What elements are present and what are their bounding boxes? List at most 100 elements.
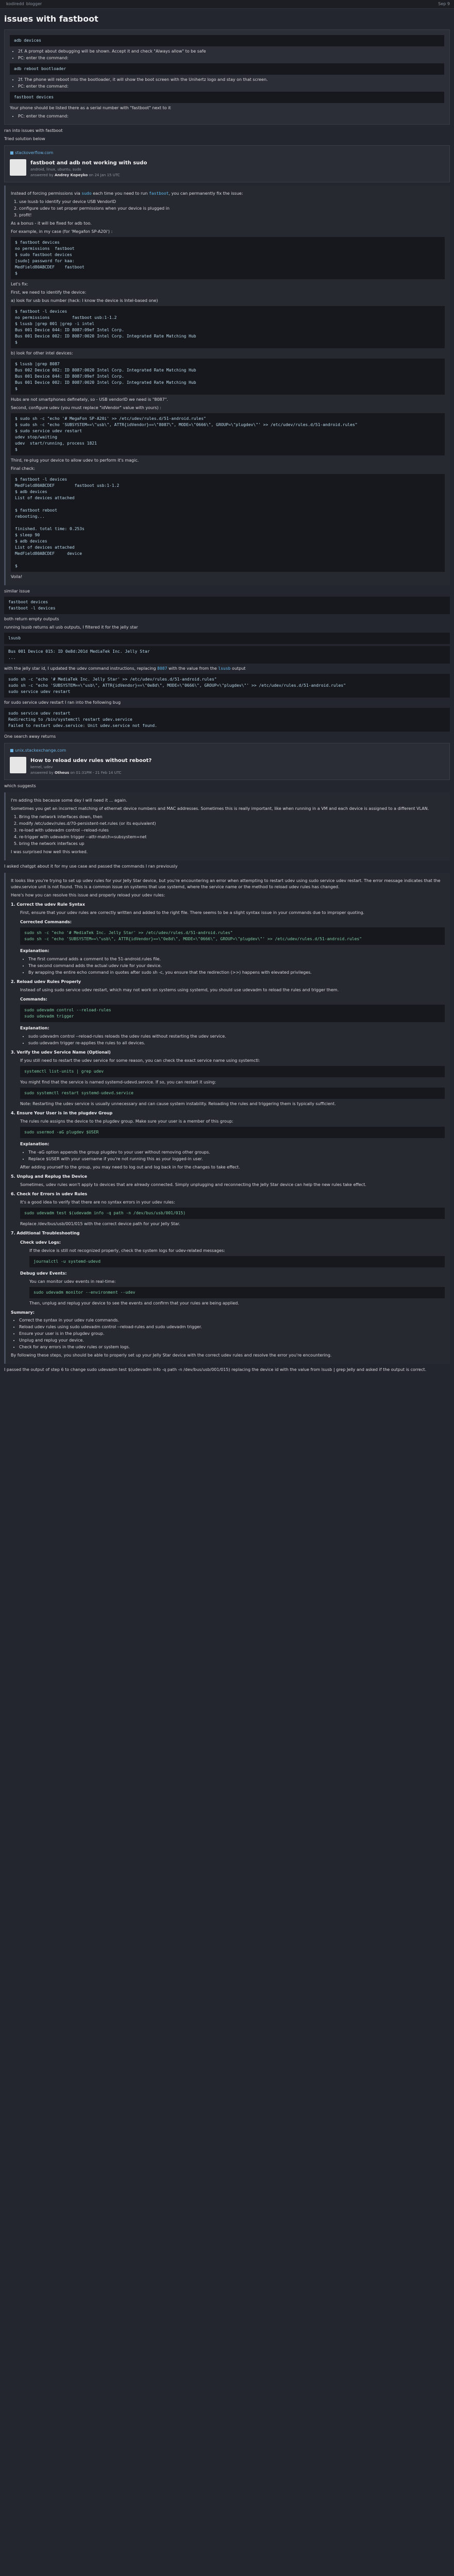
list-item: profit! [19,212,445,218]
post-date: Sep 9 [438,2,450,6]
list-item: modify /etc/udev/rules.d/70-persistent-n… [19,821,445,827]
subsection-body: You can monitor udev events in real-time… [29,1279,445,1307]
response-paragraph: Here's how you can resolve this issue an… [11,893,165,897]
answer-steps: use lsusb to identify your device USB Ve… [19,199,445,218]
list-item: The second command adds the actual udev … [28,963,445,969]
code-block: sudo sh -c "echo '# MediaTek Inc. Jelly … [20,927,445,945]
example-text: For example, in my case (for 'Megafon SP… [11,229,113,234]
inline-code: 8087 [157,666,167,671]
summary-list: Correct the syntax in your udev rule com… [19,1317,445,1350]
explanation-list: The -aG option appends the group plugdev… [28,1149,445,1162]
subheading: Commands: [20,997,47,1002]
section-title: 5. Unplug and Replug the Device [11,1174,88,1179]
bonus-text: As a bonus - it will be fixed for adb to… [11,221,92,226]
code-block: sudo sh -c "echo '# MediaTek Inc. Jelly … [4,674,450,698]
code-adb-reboot: adb reboot bootloader [10,63,444,75]
card-tags: android, linux, ubuntu, sudo [30,167,81,172]
list-item: By wrapping the entire echo command in q… [28,970,445,976]
subheading: Corrected Commands: [20,920,72,924]
code-adb-devices: adb devices [10,35,444,46]
inline-code: fastboot [148,191,169,196]
subheading: Explanation: [20,1142,49,1146]
list-item: re-trigger with udevadm trigger --attr-m… [19,834,445,840]
section-body: Sometimes, udev rules won't apply to dev… [20,1182,445,1188]
quoted-answer-1: Instead of forcing permissions via sudo … [4,185,450,585]
subheading: Check udev Logs: [20,1240,61,1245]
card-meta: answered by Andrey Kopeyko on 24 Jan 15 … [30,173,120,177]
section-title: 4. Ensure Your User is in the plugdev Gr… [11,1111,113,1115]
card-author[interactable]: Otheus [55,771,69,775]
reboot-list: 2f. The phone will reboot into the bootl… [18,77,444,90]
list-item: PC: enter the command: [18,55,444,61]
site-brand[interactable]: kodiredd blogger [4,1,42,7]
section-note: Note: Restarting the udev service is usu… [20,1101,336,1106]
explanation-list: The first command adds a comment to the … [28,956,445,976]
section-title: 3. Verify the udev Service Name (Optiona… [11,1050,111,1055]
subheading: Explanation: [20,948,49,953]
list-item: The -aG option appends the group plugdev… [28,1149,445,1156]
section-title: 2. Reload udev Rules Properly [11,979,81,984]
serial-note: Your phone should be listed there as a s… [10,106,171,110]
code-lsusb-output: Bus 001 Device 015: ID 0e8d:201d MediaTe… [4,646,450,664]
section-body: If you still need to restart the udev se… [20,1058,445,1107]
code-block: fastboot devices fastboot -l devices [4,597,450,614]
section-text: Replace /dev/bus/usb/001/015 with the co… [20,1222,180,1226]
card-row: How to reload udev rules without reboot?… [10,757,444,775]
final-check-text: Final check: [11,466,36,471]
look-other-text: b) look for other intel devices: [11,351,73,355]
card-title[interactable]: fastboot and adb not working with sudo [30,159,147,167]
code-block: sudo systemctl restart systemd-udevd.ser… [20,1088,445,1099]
list-item: use lsusb to identify your device USB Ve… [19,199,445,205]
card-title[interactable]: How to reload udev rules without reboot? [30,757,152,765]
inline-code: sudo [81,191,92,196]
answer-paragraph: Sometimes you get an incorrect matching … [11,806,429,811]
lsusb-note: running lsusb returns all usb outputs, I… [4,625,138,630]
list-item: The first command adds a comment to the … [28,956,445,962]
top-bar: kodiredd blogger Sep 9 [0,0,454,9]
code-block: systemctl list-units | grep udev [20,1066,445,1077]
link-card-stackoverflow[interactable]: ■ stackoverflow.com fastboot and adb not… [4,145,450,182]
section-text: Sometimes, udev rules won't apply to dev… [20,1182,366,1187]
card-meta: answered by Otheus on 01:31PM - 21 Feb 1… [30,770,122,775]
section-body: The rules rule assigns the device to the… [20,1118,445,1171]
summary-title: Summary: [11,1310,35,1315]
section-text: Instead of using sudo service udev resta… [20,988,339,992]
subsection-body: If the device is still not recognized pr… [29,1248,445,1267]
section-body: Check udev Logs: If the device is still … [20,1240,445,1307]
intro-line-2: Tried solution below [4,137,45,141]
card-text: fastboot and adb not working with sudo a… [30,159,147,178]
list-item: 2f. A prompt about debugging will be sho… [18,48,444,55]
final-note: I passed the output of step 6 to change … [4,1367,427,1372]
section-text: The rules rule assigns the device to the… [20,1119,233,1124]
avatar [10,757,26,773]
list-item: 2f. The phone will reboot into the bootl… [18,77,444,83]
list-item: Replace $USER with your username if you'… [28,1156,445,1162]
list-item: bring the network interfaces up [19,841,445,847]
both-text: both return empty outputs [4,617,59,621]
hubs-text: Hubs are not smartphones definetely, so … [11,397,168,402]
jelly-note: with the jelly star id, I updated the ud… [4,666,246,671]
subheading: Debug udev Events: [20,1271,67,1276]
code-block: sudo service udev restart Redirecting to… [4,708,450,732]
steps-panel: adb devices 2f. A prompt about debugging… [4,29,450,125]
avatar [10,159,26,176]
card-source[interactable]: ■ unix.stackexchange.com [10,748,444,754]
lets-fix-text: Let's fix: [11,282,28,286]
stackoverflow-icon: ■ [10,150,15,155]
subheading: Explanation: [20,1026,49,1030]
code-fastboot-devices: fastboot devices [10,92,444,103]
list-item: sudo udevadm control --reload-rules relo… [28,1033,445,1040]
response-paragraph: It looks like you're trying to set up ud… [11,878,441,889]
section-body: Instead of using sudo service udev resta… [20,987,445,1046]
card-author[interactable]: Andrey Kopeyko [55,173,88,177]
code-block: sudo udevadm control --reload-rules sudo… [20,1005,445,1022]
intro-line-1: ran into issues with fastboot [4,128,63,133]
third-text: Third, re-plug your device to allow udev… [11,458,139,463]
answer-paragraph: Instead of forcing permissions via sudo … [11,191,243,196]
identify-text: First, we need to identify the device: [11,290,87,295]
link-card-unix-stackexchange[interactable]: ■ unix.stackexchange.com How to reload u… [4,743,450,780]
answer-paragraph: I was surprised how well this worked. [11,850,88,854]
section-body: First, ensure that your udev rules are c… [20,910,445,976]
list-item: re-load with udevadm control --reload-ru… [19,827,445,834]
card-source[interactable]: ■ stackoverflow.com [10,150,444,156]
